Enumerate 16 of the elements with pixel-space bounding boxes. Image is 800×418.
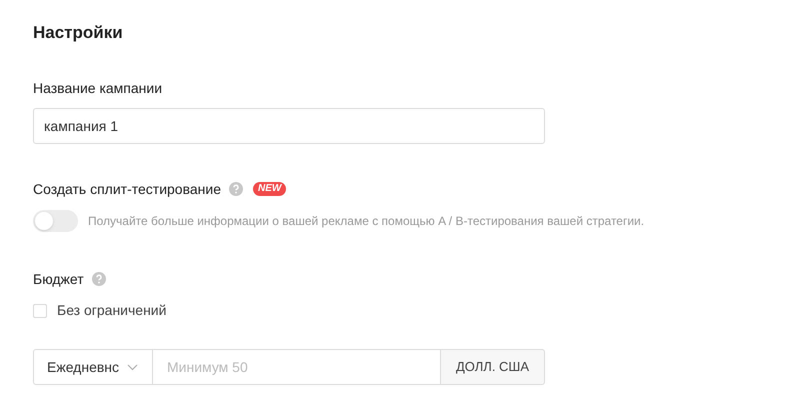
- section-title: Настройки: [33, 22, 124, 44]
- toggle-switch[interactable]: [33, 210, 78, 232]
- field-label: Бюджет: [33, 270, 84, 289]
- field-label: Создать сплит-тестирование: [33, 180, 221, 199]
- field-label: Название кампании: [33, 79, 164, 97]
- new-badge: NEW: [253, 182, 286, 196]
- checkbox-label: Без ограничений: [57, 301, 166, 320]
- help-icon[interactable]: [229, 182, 243, 196]
- period-dropdown[interactable]: Ежедневнс: [33, 349, 153, 385]
- currency-label: ДОЛЛ. США: [440, 349, 545, 385]
- chevron-down-icon: [127, 364, 138, 370]
- amount-field[interactable]: Минимум 50: [153, 349, 440, 385]
- description-text: Получайте больше информации о вашей рекламе с помощью A / B-тестирования вашей стратегии.: [88, 213, 644, 230]
- help-icon[interactable]: [92, 272, 106, 286]
- checkbox[interactable]: [33, 304, 47, 318]
- campaign-name-field[interactable]: кампания 1: [33, 108, 545, 144]
